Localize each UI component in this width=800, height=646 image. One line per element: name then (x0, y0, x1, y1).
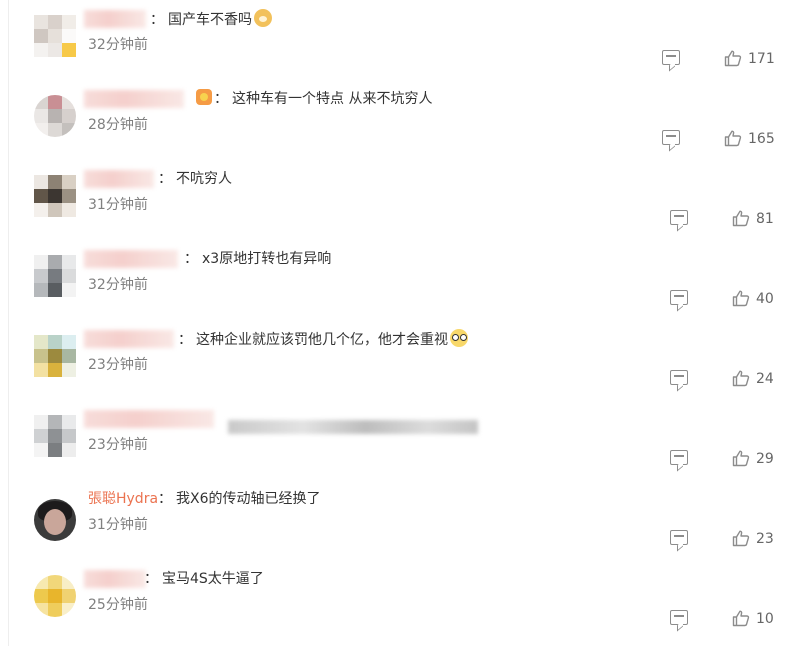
comment-text: x3原地打转也有异响 (202, 251, 332, 267)
comment-text-line: ：这种车有一个特点 从来不坑穷人 (194, 89, 432, 109)
avatar[interactable] (34, 575, 76, 617)
comment-item: ： x3原地打转也有异响 32分钟前 40 (0, 240, 800, 320)
like-count: 40 (756, 291, 774, 307)
reply-icon[interactable] (670, 610, 688, 625)
reply-icon[interactable] (670, 450, 688, 465)
avatar[interactable] (34, 335, 76, 377)
avatar-face (44, 509, 66, 535)
thumbs-up-icon (732, 450, 750, 467)
glasses-emoji-icon (450, 329, 468, 347)
thumbs-up-icon (732, 370, 750, 387)
comment-item: ：国产车不香吗 32分钟前 171 (0, 0, 800, 80)
comment-colon: ： (150, 12, 164, 28)
thumbs-up-icon (724, 50, 742, 67)
avatar[interactable] (34, 15, 76, 57)
comment-text: 不吭穷人 (176, 171, 232, 187)
like-count: 81 (756, 211, 774, 227)
comment-time: 32分钟前 (88, 277, 148, 293)
comment-time: 23分钟前 (88, 437, 148, 453)
like-count: 171 (748, 51, 775, 67)
comment-text-line: ：国产车不香吗 (150, 9, 272, 30)
comment-colon: ： (144, 571, 158, 587)
username-blurred[interactable] (84, 330, 174, 348)
like-count: 165 (748, 131, 775, 147)
comment-text-blurred (228, 420, 478, 434)
comment-item: ：宝马4S太牛逼了 25分钟前 10 (0, 560, 800, 640)
thumbs-up-icon (732, 530, 750, 547)
comment-text-line: ：这种企业就应该罚他几个亿，他才会重视 (178, 329, 468, 350)
like-count: 29 (756, 451, 774, 467)
comment-text: 我X6的传动轴已经换了 (176, 491, 321, 507)
comment-item: 23分钟前 29 (0, 400, 800, 480)
like-count: 23 (756, 531, 774, 547)
reply-icon[interactable] (670, 210, 688, 225)
thumbs-up-icon (724, 130, 742, 147)
doge-emoji-icon (254, 9, 272, 27)
username-blurred[interactable] (84, 410, 214, 428)
comment-colon: ： (178, 332, 192, 348)
comment-text: 这种车有一个特点 从来不坑穷人 (232, 91, 433, 107)
username-blurred[interactable] (84, 570, 146, 588)
username-blurred[interactable] (84, 170, 154, 188)
comment-text: 这种企业就应该罚他几个亿，他才会重视 (196, 332, 448, 348)
username-link[interactable]: 張聪Hydra (88, 491, 158, 507)
comment-time: 31分钟前 (88, 197, 148, 213)
like-count: 24 (756, 371, 774, 387)
comment-item: 張聪Hydra： 我X6的传动轴已经换了 31分钟前 23 (0, 480, 800, 560)
vip-badge-icon (196, 89, 212, 105)
reply-icon[interactable] (670, 530, 688, 545)
comment-text: 宝马4S太牛逼了 (162, 571, 264, 587)
comment-item: ：这种企业就应该罚他几个亿，他才会重视 23分钟前 24 (0, 320, 800, 400)
comment-colon: ： (158, 171, 172, 187)
comment-time: 28分钟前 (88, 117, 148, 133)
comment-text-line: ： x3原地打转也有异响 (184, 249, 331, 269)
comment-text-line: ：不吭穷人 (158, 169, 232, 189)
comment-text-line: ：宝马4S太牛逼了 (144, 569, 264, 589)
thumbs-up-icon (732, 290, 750, 307)
comment-colon: ： (214, 91, 228, 107)
reply-icon[interactable] (670, 290, 688, 305)
reply-icon[interactable] (662, 50, 680, 65)
reply-icon[interactable] (670, 370, 688, 385)
comment-item: ：这种车有一个特点 从来不坑穷人 28分钟前 165 (0, 80, 800, 160)
thumbs-up-icon (732, 610, 750, 627)
like-count: 10 (756, 611, 774, 627)
comment-text: 国产车不香吗 (168, 12, 252, 28)
avatar[interactable] (34, 499, 76, 541)
comment-colon: ： (184, 251, 198, 267)
username-blurred[interactable] (84, 90, 184, 108)
username-blurred[interactable] (84, 10, 146, 28)
comment-colon: ： (158, 491, 173, 507)
username-blurred[interactable] (84, 250, 178, 268)
comment-item: ：不吭穷人 31分钟前 81 (0, 160, 800, 240)
avatar[interactable] (34, 95, 76, 137)
comment-time: 31分钟前 (88, 517, 148, 533)
comment-time: 25分钟前 (88, 597, 148, 613)
reply-icon[interactable] (662, 130, 680, 145)
comment-text-line: 張聪Hydra： 我X6的传动轴已经换了 (88, 489, 321, 509)
avatar[interactable] (34, 415, 76, 457)
comment-time: 32分钟前 (88, 37, 148, 53)
avatar[interactable] (34, 255, 76, 297)
comment-time: 23分钟前 (88, 357, 148, 373)
avatar[interactable] (34, 175, 76, 217)
thumbs-up-icon (732, 210, 750, 227)
